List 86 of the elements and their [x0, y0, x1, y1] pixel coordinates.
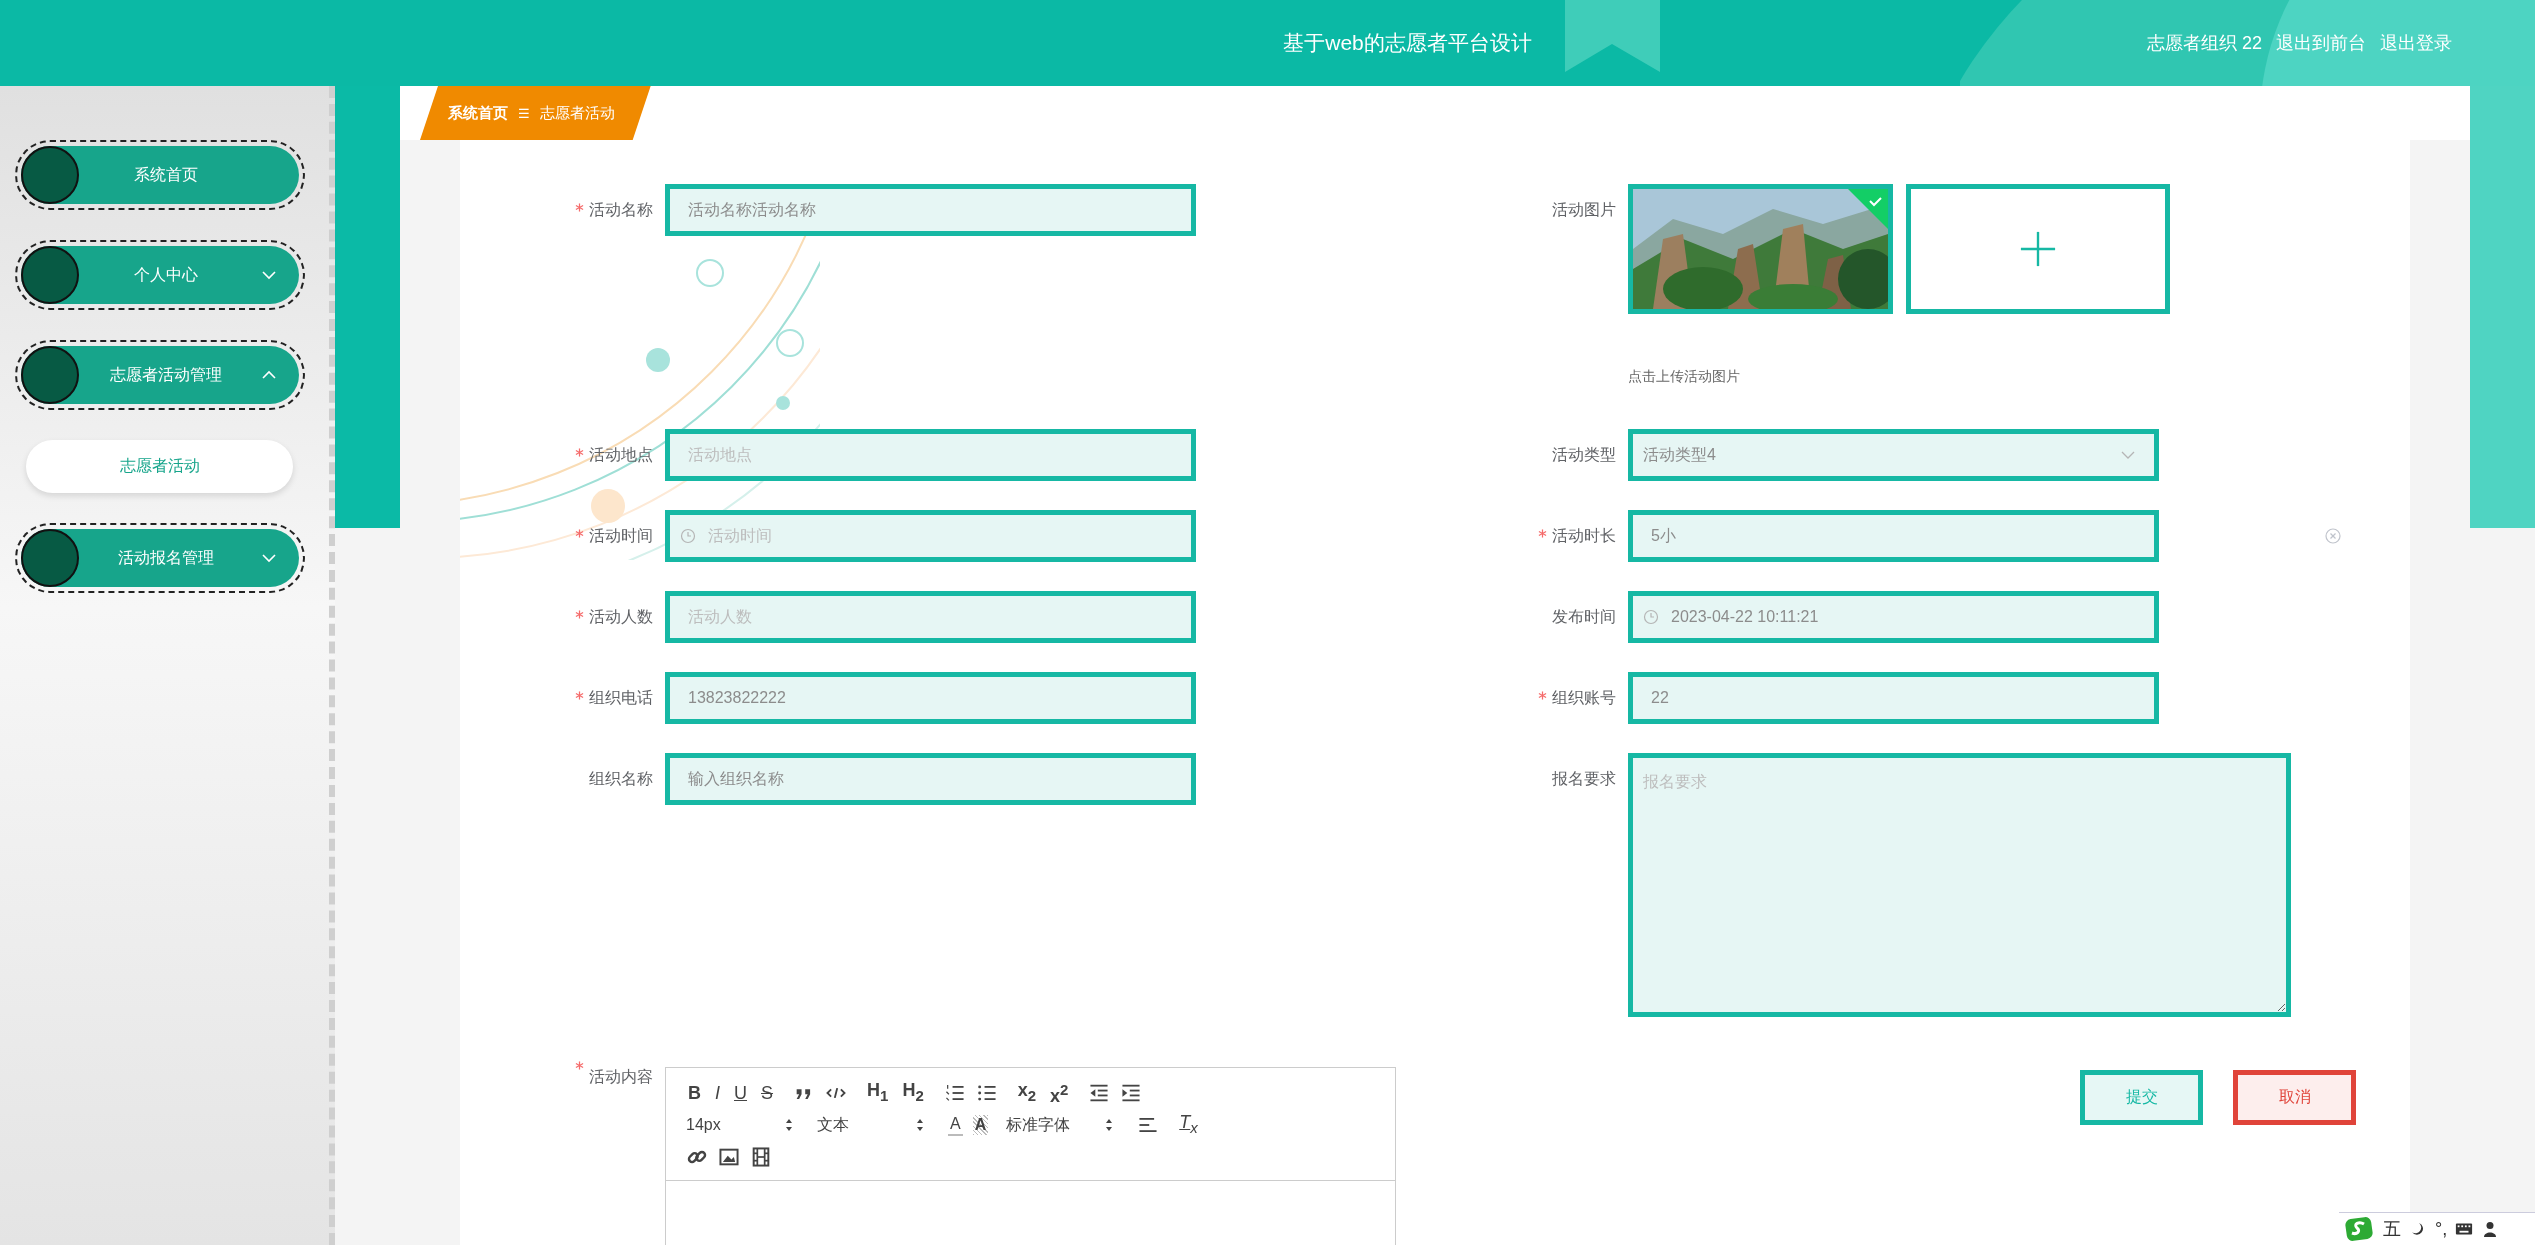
breadcrumb-separator: ☰ [518, 105, 530, 121]
font-color-button[interactable]: A [948, 1114, 963, 1136]
menu-item[interactable]: 活动报名管理 [15, 523, 305, 593]
keyboard-icon[interactable] [2455, 1221, 2474, 1237]
required-icon [1538, 528, 1547, 538]
upload-hint: 点击上传活动图片 [1628, 368, 1741, 386]
required-icon [1538, 690, 1547, 700]
up-down-icon [785, 1118, 793, 1132]
indent-icon[interactable] [1120, 1082, 1143, 1104]
logo-icon[interactable] [2345, 1216, 2375, 1242]
field-label: 活动名称 [589, 199, 653, 220]
date-field[interactable]: 2023-04-22 10:11:21 [1628, 591, 2159, 643]
select-field[interactable]: 活动类型4 [1628, 429, 2159, 481]
menu-item[interactable]: 志愿者活动管理 [15, 340, 305, 410]
input-field[interactable]: 22 [1628, 672, 2159, 724]
submit-button[interactable]: 提交 [2080, 1070, 2203, 1125]
field-label: 发布时间 [1552, 606, 1616, 627]
script-button[interactable]: x$^{2}$ [1048, 1078, 1071, 1108]
cancel-button[interactable]: 取消 [2233, 1070, 2356, 1125]
submenu-item[interactable]: 志愿者活动 [26, 440, 293, 493]
date-field[interactable]: 活动时间 [665, 510, 1196, 562]
app-title: 基于web的志愿者平台设计 [1283, 30, 1532, 56]
required-icon [575, 447, 584, 457]
input-field[interactable]: 13823822222 [665, 672, 1196, 724]
required-icon [575, 528, 584, 538]
strikethrough-button[interactable]: S [759, 1081, 776, 1105]
heading-button[interactable]: H$_{2}$ [900, 1078, 926, 1108]
field-label: 组织账号 [1552, 687, 1616, 708]
field-label: 活动图片 [1552, 199, 1616, 220]
input-field[interactable]: 活动人数 [665, 591, 1196, 643]
chevron-down-icon [261, 553, 277, 563]
field-label: 活动类型 [1552, 444, 1616, 465]
clock-icon [680, 528, 696, 544]
punctuation-label[interactable]: °, [2435, 1218, 2448, 1240]
knob-icon [21, 246, 79, 304]
dropdown-picker[interactable]: 14px [686, 1116, 799, 1134]
required-icon [575, 202, 584, 212]
bold-button[interactable]: B [686, 1081, 703, 1105]
input-field[interactable]: 活动地点 [665, 429, 1196, 481]
field-label: 活动人数 [589, 606, 653, 627]
chevron-up-icon [261, 370, 277, 380]
heading-button[interactable]: H$_{1}$ [865, 1078, 891, 1108]
input-mode-label[interactable]: 五 [2383, 1217, 2401, 1241]
field-label: 活动时长 [1552, 525, 1616, 546]
required-icon [575, 609, 584, 619]
required-icon [575, 690, 584, 700]
dropdown-picker[interactable]: 标准字体 [1006, 1114, 1120, 1136]
clock-icon [1643, 609, 1659, 625]
field-label: 活动时间 [589, 525, 653, 546]
up-down-icon [1105, 1118, 1114, 1132]
field-label: 活动内容 [589, 1067, 653, 1087]
bullet-list-icon[interactable] [975, 1082, 998, 1104]
input-field[interactable]: 5小 [1628, 510, 2159, 562]
field-label: 组织名称 [589, 768, 653, 789]
check-badge-icon [1848, 189, 1888, 229]
video-icon[interactable] [750, 1146, 772, 1168]
field-label: 报名要求 [1552, 768, 1616, 789]
highlight-button[interactable]: A [972, 1115, 989, 1135]
knob-icon [21, 346, 79, 404]
menu-item[interactable]: 个人中心 [15, 240, 305, 310]
italic-button[interactable]: I [713, 1081, 722, 1105]
image-icon[interactable] [718, 1146, 740, 1168]
underline-button[interactable]: U [732, 1081, 749, 1105]
chevron-down-icon [2120, 450, 2136, 460]
plus-icon [2019, 230, 2057, 268]
numbered-list-icon[interactable] [943, 1082, 966, 1104]
dropdown-picker[interactable]: 文本 [817, 1114, 930, 1136]
input-field[interactable]: 活动名称活动名称 [665, 184, 1196, 236]
breadcrumb-link[interactable]: 志愿者活动 [539, 103, 615, 123]
required-icon [575, 1061, 584, 1070]
text-area[interactable]: 报名要求 [1628, 753, 2291, 1017]
field-label: 组织电话 [589, 687, 653, 708]
clear-format-button[interactable]: T$_{x}$ [1177, 1110, 1200, 1140]
chevron-down-icon [261, 270, 277, 280]
script-button[interactable]: x$_{2}$ [1015, 1078, 1039, 1108]
outdent-icon[interactable] [1088, 1082, 1111, 1104]
input-field[interactable]: 输入组织名称 [665, 753, 1196, 805]
breadcrumb-link[interactable]: 系统首页 [448, 103, 508, 123]
header-link[interactable]: 退出到前台 [2276, 31, 2366, 55]
up-down-icon [916, 1118, 924, 1132]
header-link[interactable]: 退出登录 [2380, 31, 2452, 55]
knob-icon [21, 146, 79, 204]
user-name: 志愿者组织 22 [2146, 32, 2262, 55]
menu-item[interactable]: 系统首页 [15, 140, 305, 210]
knob-icon [21, 529, 79, 587]
ribbon-icon [1565, 0, 1660, 72]
